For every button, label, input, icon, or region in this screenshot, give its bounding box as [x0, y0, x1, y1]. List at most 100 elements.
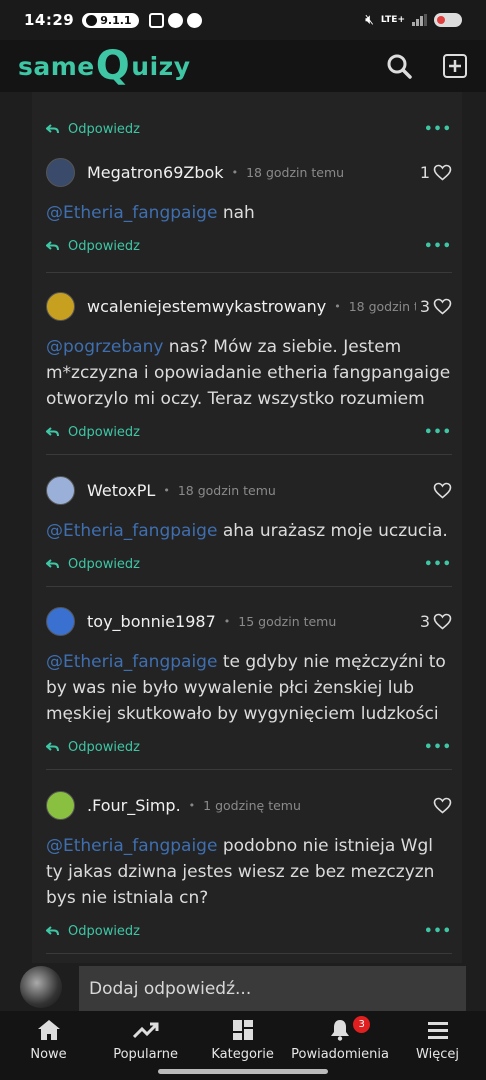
like-count: 3 — [419, 611, 430, 631]
comment-author[interactable]: .Four_Simp. — [87, 796, 181, 815]
logo-part-3: uizy — [131, 51, 191, 81]
comment-item: wcaleniejestemwykastrowany • 18 godzin t… — [46, 289, 452, 455]
avatar[interactable] — [46, 790, 75, 820]
nav-label: Powiadomienia — [291, 1047, 389, 1062]
comment-author[interactable]: toy_bonnie1987 — [87, 612, 216, 631]
mention-link[interactable]: @Etheria_fangpaige — [46, 521, 217, 541]
comment-time: 18 godzin temu — [348, 298, 416, 314]
comment-author[interactable]: WetoxPL — [87, 481, 155, 500]
like-button[interactable]: 3 — [415, 611, 452, 631]
reply-input[interactable] — [79, 966, 466, 1011]
more-options-button[interactable]: ••• — [424, 239, 452, 254]
like-count: 1 — [419, 162, 430, 182]
spotify-count: 9.1.1 — [100, 13, 132, 27]
reply-label: Odpowiedz — [68, 739, 141, 755]
comment-text: @Etheria_fangpaige te gdyby nie mężczyźn… — [46, 649, 452, 727]
nav-label: Kategorie — [211, 1047, 274, 1062]
nav-label: Więcej — [416, 1047, 459, 1062]
create-button[interactable] — [442, 53, 468, 79]
like-count: 3 — [419, 296, 430, 316]
comment-text: @pogrzebany nas? Mów za siebie. Jestem m… — [46, 334, 452, 412]
avatar[interactable] — [46, 291, 75, 321]
app-header: same Q uizy — [0, 40, 486, 92]
reply-arrow-icon — [46, 925, 59, 935]
reply-label: Odpowiedz — [68, 556, 141, 572]
trending-icon — [132, 1022, 159, 1039]
like-button[interactable]: 1 — [415, 162, 452, 182]
status-left: 14:29 9.1.1 — [24, 11, 202, 29]
bell-icon — [331, 1020, 350, 1041]
like-button[interactable]: 3 — [415, 296, 452, 316]
comment-item: .Four_Simp. • 1 godzinę temu @Etheria_fa… — [46, 788, 452, 954]
nav-more[interactable]: Więcej — [389, 1011, 486, 1080]
separator-dot: • — [231, 165, 239, 179]
clock: 14:29 — [24, 11, 75, 29]
reply-label: Odpowiedz — [68, 923, 141, 939]
reply-label: Odpowiedz — [68, 238, 141, 254]
battery-icon — [434, 13, 462, 27]
comment-author[interactable]: wcaleniejestemwykastrowany — [87, 297, 326, 316]
avatar[interactable] — [46, 475, 75, 505]
reply-arrow-icon — [46, 240, 59, 250]
separator-dot: • — [188, 798, 196, 812]
reply-button[interactable]: Odpowiedz — [46, 122, 140, 137]
notification-icons — [148, 12, 202, 28]
more-options-button[interactable]: ••• — [424, 924, 452, 939]
reply-arrow-icon — [46, 123, 59, 133]
status-right: 🔇︎ LTE+ — [365, 12, 462, 28]
reply-label: Odpowiedz — [68, 121, 141, 137]
comment-item: Megatron69Zbok • 18 godzin temu 1 @Ether… — [46, 155, 452, 273]
comments-panel: Odpowiedz ••• Megatron69Zbok • 18 godzin… — [32, 92, 462, 1012]
menu-icon — [427, 1022, 448, 1039]
comment-body: aha urażasz moje uczucia. — [217, 521, 448, 541]
separator-dot: • — [163, 483, 170, 497]
nav-new[interactable]: Nowe — [0, 1011, 97, 1080]
reply-arrow-icon — [46, 558, 59, 568]
mention-link[interactable]: @Etheria_fangpaige — [46, 836, 217, 856]
comment-time: 15 godzin temu — [238, 613, 337, 629]
reply-arrow-icon — [46, 741, 59, 751]
messenger-icon — [167, 12, 183, 28]
mention-link[interactable]: @Etheria_fangpaige — [46, 652, 217, 672]
heart-icon — [433, 797, 452, 814]
like-button[interactable] — [426, 796, 452, 814]
mention-link[interactable]: @pogrzebany — [46, 337, 163, 357]
logo-part-1: same — [18, 51, 95, 81]
comment-time: 1 godzinę temu — [203, 797, 301, 813]
comment-author[interactable]: Megatron69Zbok — [87, 163, 224, 182]
search-button[interactable] — [386, 53, 412, 79]
mute-icon: 🔇︎ — [365, 12, 374, 28]
comment-body: nah — [217, 203, 255, 223]
chat-icon — [186, 12, 202, 28]
more-options-button[interactable]: ••• — [424, 557, 452, 572]
like-button[interactable] — [426, 481, 452, 499]
home-indicator[interactable] — [158, 1069, 328, 1074]
separator-dot: • — [334, 299, 341, 313]
more-options-button[interactable]: ••• — [424, 122, 452, 137]
reply-label: Odpowiedz — [68, 424, 141, 440]
comment-time: 18 godzin temu — [246, 164, 345, 180]
spotify-icon — [86, 14, 98, 26]
mention-link[interactable]: @Etheria_fangpaige — [46, 203, 217, 223]
samequizy-logo[interactable]: same Q uizy — [18, 46, 191, 86]
more-options-button[interactable]: ••• — [424, 740, 452, 755]
comment-text: @Etheria_fangpaige podobno nie istnieja … — [46, 833, 452, 911]
reply-composer — [0, 963, 486, 1011]
reply-button[interactable]: Odpowiedz — [46, 740, 140, 755]
reply-button[interactable]: Odpowiedz — [46, 425, 140, 440]
reply-button[interactable]: Odpowiedz — [46, 924, 140, 939]
signal-icon — [412, 14, 427, 26]
more-options-button[interactable]: ••• — [424, 425, 452, 440]
comment-text: @Etheria_fangpaige nah — [46, 200, 452, 226]
comments-feed[interactable]: Odpowiedz ••• Megatron69Zbok • 18 godzin… — [0, 92, 486, 1012]
comment-item: WetoxPL • 18 godzin temu @Etheria_fangpa… — [46, 473, 452, 587]
comment-text: @Etheria_fangpaige aha urażasz moje uczu… — [46, 518, 452, 544]
status-bar: 14:29 9.1.1 🔇︎ LTE+ — [0, 0, 486, 40]
heart-icon — [433, 613, 452, 630]
reply-button[interactable]: Odpowiedz — [46, 239, 140, 254]
reply-arrow-icon — [46, 426, 59, 436]
heart-icon — [433, 298, 452, 315]
avatar[interactable] — [46, 157, 75, 187]
reply-button[interactable]: Odpowiedz — [46, 557, 140, 572]
avatar[interactable] — [46, 606, 75, 636]
